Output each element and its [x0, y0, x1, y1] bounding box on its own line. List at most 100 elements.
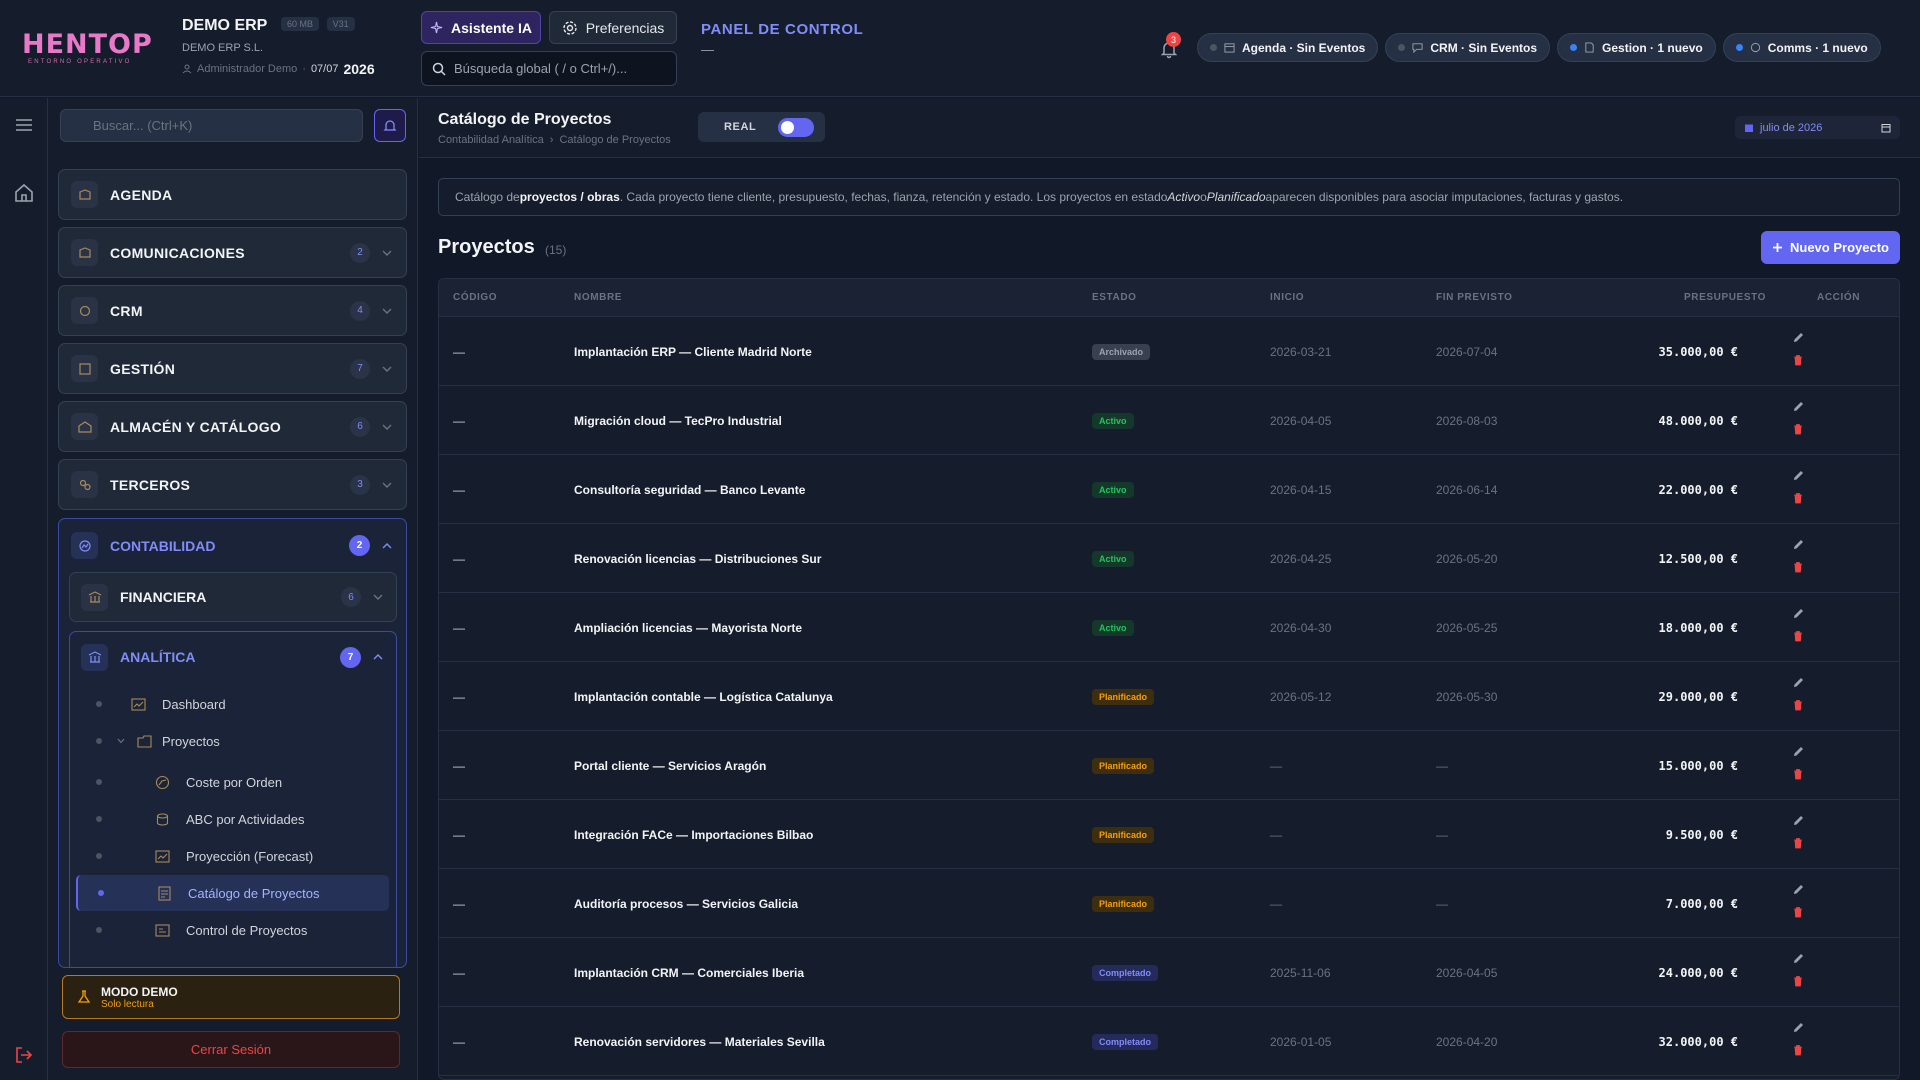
cell-name: Implantación contable — Logística Catalu… [574, 689, 833, 704]
terceros-module-icon [71, 471, 98, 498]
delete-icon[interactable] [1792, 423, 1804, 435]
sidebar-module-crm[interactable]: CRM 4 [58, 285, 407, 336]
delete-icon[interactable] [1792, 354, 1804, 366]
edit-icon[interactable] [1792, 952, 1805, 965]
demo-mode-banner: MODO DEMO Solo lectura [62, 975, 400, 1019]
edit-icon[interactable] [1792, 400, 1805, 413]
cell-budget: 32.000,00 € [1658, 1034, 1738, 1049]
chip-gestion[interactable]: Gestion · 1 nuevo [1557, 33, 1716, 62]
comunicaciones-module-icon [71, 239, 98, 266]
edit-icon[interactable] [1792, 676, 1805, 689]
sidebar-module-terceros[interactable]: TERCEROS 3 [58, 459, 407, 510]
chip-comms[interactable]: Comms · 1 nuevo [1722, 33, 1881, 62]
delete-icon[interactable] [1792, 975, 1804, 987]
table-row[interactable]: — Integración FACe — Importaciones Bilbao… [439, 800, 1899, 869]
chevron-down-icon [117, 738, 125, 744]
column-header-budget[interactable]: PRESUPUESTO [1684, 292, 1766, 303]
edit-icon[interactable] [1792, 1021, 1805, 1034]
sidebar-module-gestion[interactable]: GESTIÓN 7 [58, 343, 407, 394]
sidebar-item-dashboard[interactable]: Dashboard [76, 686, 389, 722]
edit-icon[interactable] [1792, 538, 1805, 551]
panel-title[interactable]: PANEL DE CONTROL [701, 21, 863, 38]
status-dot [1570, 44, 1578, 51]
contabilidad-header[interactable]: CONTABILIDAD 2 [59, 519, 406, 572]
edit-icon[interactable] [1792, 883, 1805, 896]
flask-icon [77, 990, 91, 1003]
delete-icon[interactable] [1792, 768, 1804, 780]
table-row[interactable]: — Consultoría seguridad — Banco Levante Ac… [439, 455, 1899, 524]
ai-assistant-button[interactable]: Asistente IA [421, 11, 541, 44]
column-header-code[interactable]: CÓDIGO [453, 292, 497, 303]
cell-code: — [453, 482, 465, 497]
sidebar-item-proyectos[interactable]: Proyectos [76, 723, 389, 759]
status-chips: Agenda · Sin Eventos CRM · Sin Eventos G… [1197, 33, 1881, 62]
sidebar-module-comunicaciones[interactable]: COMUNICACIONES 2 [58, 227, 407, 278]
table-row[interactable]: — Implantación contable — Logística Catal… [439, 662, 1899, 731]
column-header-start[interactable]: INICIO [1270, 292, 1304, 303]
cell-status: Planificado [1092, 731, 1155, 800]
logout-icon[interactable] [13, 1044, 35, 1066]
delete-icon[interactable] [1792, 906, 1804, 918]
bullet-dot [96, 738, 102, 744]
table-row[interactable]: — Migración cloud — TecPro Industrial Acti… [439, 386, 1899, 455]
table-row[interactable]: — Ampliación licencias — Mayorista Norte A… [439, 593, 1899, 662]
analitica-header[interactable]: ANALÍTICA 7 [70, 632, 396, 682]
bullet-dot [96, 853, 102, 859]
table-row[interactable]: — Implantación CRM — Comerciales Iberia Co… [439, 938, 1899, 1007]
delete-icon[interactable] [1792, 492, 1804, 504]
column-header-status[interactable]: ESTADO [1092, 292, 1137, 303]
app-logo[interactable]: HENTOP ENTORNO OPERATIVO [22, 30, 152, 66]
sidebar-item-coste-orden[interactable]: Coste por Orden [76, 764, 389, 800]
delete-icon[interactable] [1792, 561, 1804, 573]
sidebar-search-input[interactable] [93, 110, 353, 141]
edit-icon[interactable] [1792, 331, 1805, 344]
chevron-down-icon [382, 366, 392, 372]
sidebar-group-financiera[interactable]: FINANCIERA 6 [69, 572, 397, 622]
cell-status: Planificado [1092, 800, 1155, 869]
sidebar-item-control-proyectos[interactable]: Control de Proyectos [76, 912, 389, 948]
table-row[interactable]: — Renovación licencias — Distribuciones S… [439, 524, 1899, 593]
column-header-name[interactable]: NOMBRE [574, 292, 622, 303]
toggle-switch[interactable] [778, 117, 815, 137]
table-row[interactable]: — Portal cliente — Servicios Aragón Planif… [439, 731, 1899, 800]
table-header: CÓDIGO NOMBRE ESTADO INICIO FIN PREVISTO… [439, 279, 1899, 317]
breadcrumb-item[interactable]: Contabilidad Analítica [438, 134, 544, 146]
real-mode-toggle[interactable]: REAL [698, 112, 825, 142]
delete-icon[interactable] [1792, 837, 1804, 849]
edit-icon[interactable] [1792, 469, 1805, 482]
cell-status: Activo [1092, 455, 1134, 524]
cell-status: Planificado [1092, 662, 1155, 731]
sidebar-module-agenda[interactable]: AGENDA [58, 169, 407, 220]
table-row[interactable]: — Implantación ERP — Cliente Madrid Norte… [439, 317, 1899, 386]
sidebar-item-forecast[interactable]: Proyección (Forecast) [76, 838, 389, 874]
sidebar-notifications-button[interactable] [374, 109, 406, 142]
chip-crm[interactable]: CRM · Sin Eventos [1385, 33, 1551, 62]
edit-icon[interactable] [1792, 607, 1805, 620]
table-row[interactable]: — Auditoría procesos — Servicios Galicia P… [439, 869, 1899, 938]
hamburger-menu-icon[interactable] [13, 114, 35, 136]
delete-icon[interactable] [1792, 699, 1804, 711]
edit-icon[interactable] [1792, 814, 1805, 827]
column-header-end[interactable]: FIN PREVISTO [1436, 292, 1512, 303]
cell-status: Completado [1092, 1007, 1159, 1076]
folder-icon [137, 734, 152, 748]
preferences-button[interactable]: Preferencias [549, 11, 677, 44]
chip-agenda[interactable]: Agenda · Sin Eventos [1197, 33, 1379, 62]
logout-button[interactable]: Cerrar Sesión [62, 1031, 400, 1068]
global-search[interactable] [421, 51, 677, 86]
crm-module-icon [71, 297, 98, 324]
month-picker[interactable]: julio de 2026 [1735, 116, 1900, 139]
sidebar-item-catalogo-proyectos[interactable]: Catálogo de Proyectos [76, 875, 389, 911]
global-search-input[interactable] [454, 61, 654, 76]
new-project-button[interactable]: Nuevo Proyecto [1761, 231, 1900, 264]
sidebar-search[interactable] [60, 109, 363, 142]
sidebar-item-abc[interactable]: ABC por Actividades [76, 801, 389, 837]
edit-icon[interactable] [1792, 745, 1805, 758]
delete-icon[interactable] [1792, 1044, 1804, 1056]
table-row[interactable]: — Renovación servidores — Materiales Sevi… [439, 1007, 1899, 1076]
cell-name: Portal cliente — Servicios Aragón [574, 758, 767, 773]
cell-end: — [1436, 758, 1448, 773]
delete-icon[interactable] [1792, 630, 1804, 642]
sidebar-module-almacen[interactable]: ALMACÉN Y CATÁLOGO 6 [58, 401, 407, 452]
home-icon[interactable] [13, 182, 35, 204]
